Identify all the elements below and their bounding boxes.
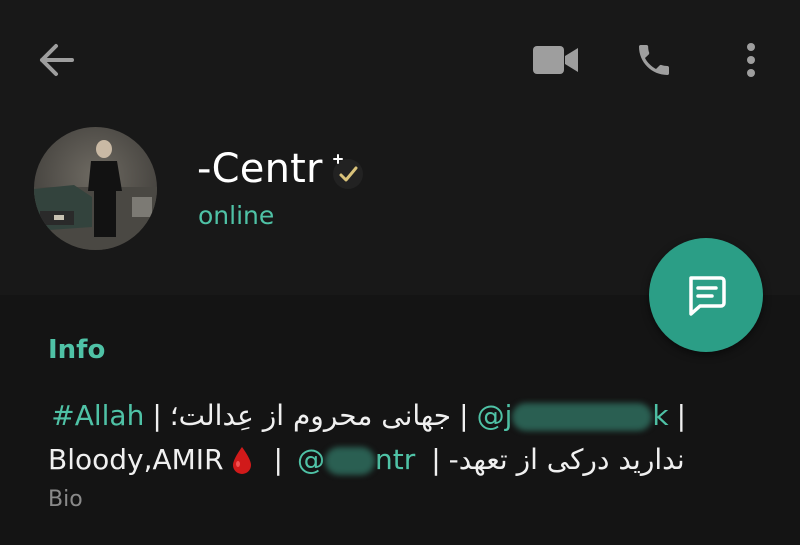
avatar[interactable]: [34, 127, 157, 250]
separator: |: [152, 399, 162, 432]
redacted-blur: [324, 447, 375, 475]
separator: |: [459, 399, 469, 432]
bio-text: #Allah | جهانی محروم از عِدالت؛ | @j k | …: [48, 394, 708, 482]
mention-link[interactable]: @ ntr: [297, 438, 415, 482]
info-section-title: Info: [48, 335, 106, 365]
send-message-button[interactable]: [649, 238, 763, 352]
video-call-button[interactable]: [528, 36, 584, 84]
voice-call-button[interactable]: [628, 34, 680, 86]
contact-name: -Centr: [197, 146, 323, 192]
bio-line-1: #Allah | جهانی محروم از عِدالت؛ | @j k |: [48, 394, 686, 438]
video-camera-icon: [533, 46, 578, 74]
hashtag-link[interactable]: #Allah: [51, 394, 144, 438]
back-button[interactable]: [30, 36, 82, 84]
separator: |: [676, 399, 686, 432]
blood-drop-icon: [230, 445, 254, 475]
bio-name-text: Bloody,AMIR: [48, 443, 224, 476]
avatar-photo: [34, 127, 157, 250]
bio-persian-text: جهانی محروم از عِدالت؛: [169, 399, 452, 432]
mention-prefix: @: [296, 443, 325, 476]
online-status: online: [198, 201, 275, 230]
verified-badge-icon: [326, 150, 370, 194]
arrow-left-icon: [40, 44, 74, 76]
redacted-blur: [512, 403, 653, 431]
bio-label: Bio: [48, 487, 83, 512]
mention-suffix: k: [652, 399, 669, 432]
mention-suffix: ntr: [374, 443, 416, 476]
message-icon: [689, 276, 726, 316]
bio-line-2: Bloody,AMIR | @ ntr | ندارید درکی از تعهد…: [48, 438, 708, 482]
more-vertical-icon: [747, 43, 755, 77]
phone-icon: [639, 45, 669, 75]
mention-prefix: @j: [476, 399, 513, 432]
mention-link[interactable]: @j k: [477, 394, 669, 438]
separator: |: [273, 443, 283, 476]
bio-persian-text: ندارید درکی از تعهد-: [448, 443, 685, 476]
separator: |: [431, 443, 441, 476]
more-options-button[interactable]: [734, 34, 768, 86]
